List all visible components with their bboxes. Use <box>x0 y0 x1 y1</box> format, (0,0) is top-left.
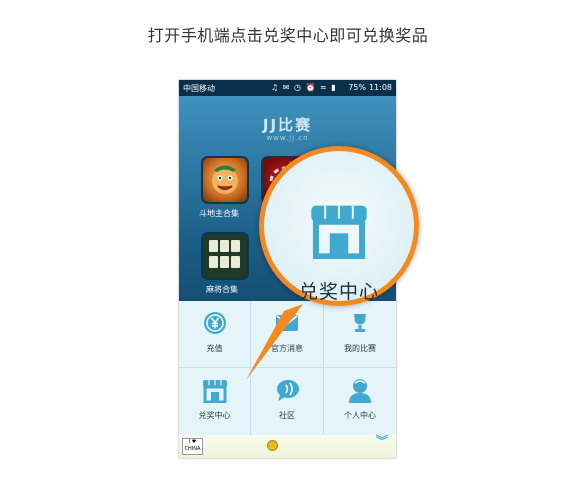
store-icon <box>311 205 367 259</box>
magnifier-callout: 兑奖中心 <box>259 146 419 306</box>
magnifier-label: 兑奖中心 <box>298 281 379 303</box>
